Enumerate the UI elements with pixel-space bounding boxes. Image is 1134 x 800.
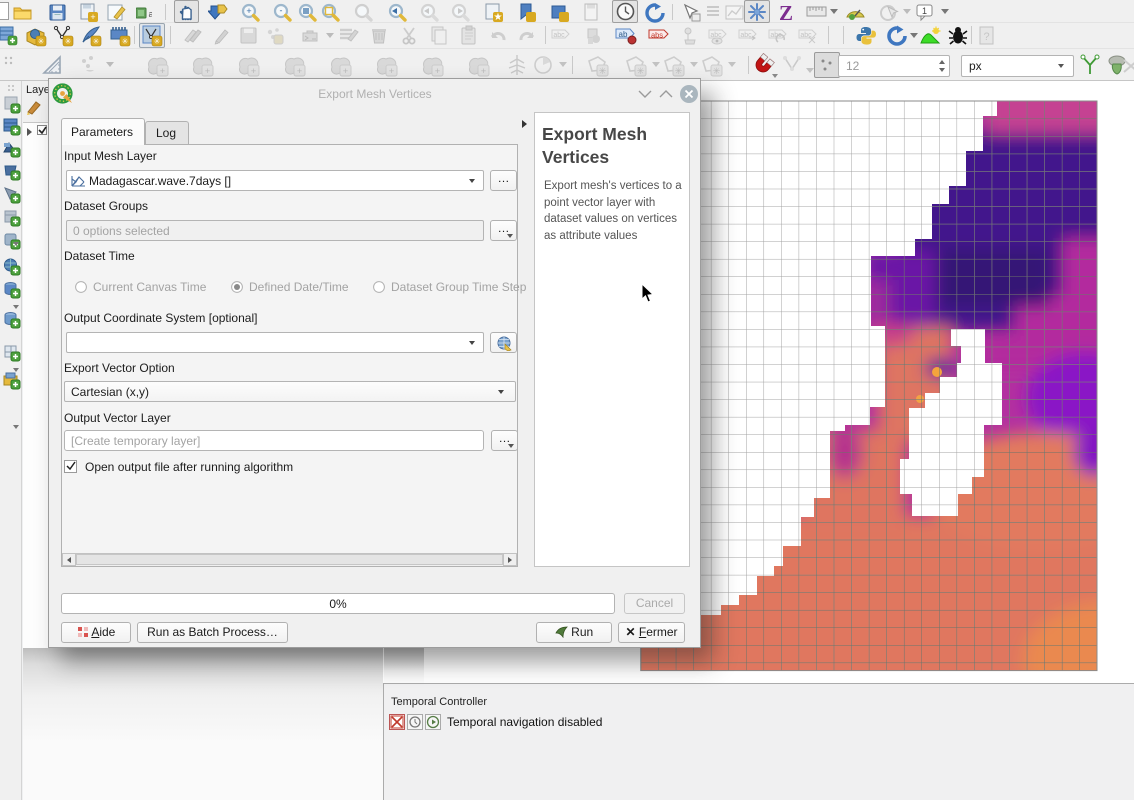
svg-text:+: + (435, 66, 440, 76)
svg-text:abc: abc (553, 32, 565, 39)
svg-text:abs: abs (651, 31, 663, 40)
svg-text:+: + (205, 66, 210, 76)
svg-text:+: + (160, 66, 165, 76)
svg-text:✳: ✳ (38, 37, 45, 46)
svg-text:✳: ✳ (637, 66, 645, 76)
svg-text:★: ★ (494, 12, 503, 23)
svg-text:✳: ✳ (599, 66, 607, 76)
svg-text:+: + (389, 66, 394, 76)
svg-text:a: a (148, 9, 152, 19)
svg-text:ab: ab (619, 30, 628, 39)
svg-text:-: - (280, 6, 283, 16)
svg-text:✳: ✳ (65, 37, 72, 46)
svg-text:?: ? (983, 31, 989, 43)
svg-text:+: + (343, 66, 348, 76)
svg-text:+: + (297, 66, 302, 76)
svg-text:1: 1 (922, 6, 927, 16)
svg-text:✳: ✳ (713, 66, 721, 76)
svg-text:✳: ✳ (675, 66, 683, 76)
svg-text:+: + (246, 6, 251, 16)
svg-text:+: + (481, 66, 486, 76)
svg-text:✳: ✳ (93, 37, 100, 46)
svg-text:+: + (90, 12, 95, 22)
svg-text:+: + (251, 66, 256, 76)
svg-text:✳: ✳ (122, 37, 129, 46)
svg-text:✳: ✳ (154, 37, 161, 46)
